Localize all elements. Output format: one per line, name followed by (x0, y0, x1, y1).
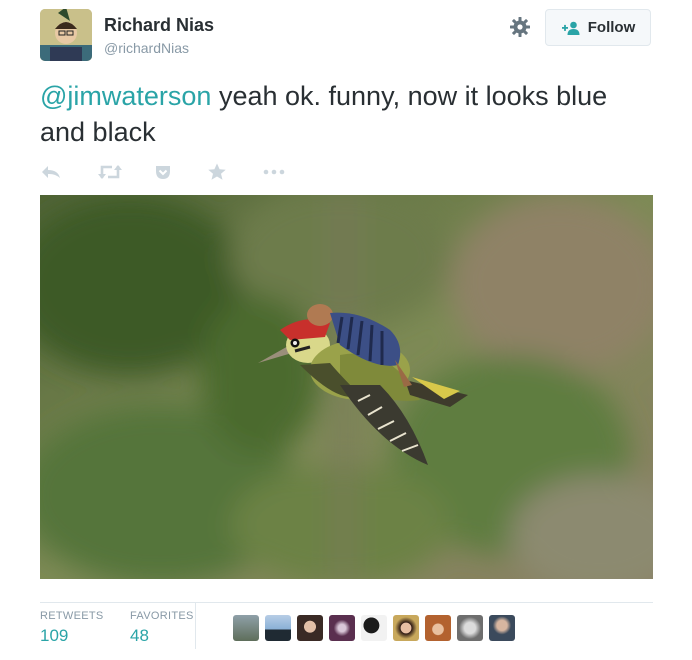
favoriter-avatar[interactable] (233, 615, 259, 641)
user-handle[interactable]: @richardNias (104, 40, 189, 56)
follow-button-label: Follow (587, 19, 636, 36)
more-icon[interactable] (262, 160, 286, 184)
mention-link[interactable]: @jimwaterson (40, 81, 211, 111)
retweets-label: RETWEETS (40, 610, 104, 622)
favoriter-avatars (233, 615, 523, 641)
favorites-label: FAVORITES (130, 610, 194, 622)
favorites-count[interactable]: 48 (130, 626, 149, 646)
tweet-text: @jimwaterson yeah ok. funny, now it look… (40, 78, 655, 150)
user-avatar[interactable] (40, 9, 92, 61)
tweet-header: Richard Nias @richardNias Follow (40, 9, 654, 61)
favoriter-avatar[interactable] (361, 615, 387, 641)
favoriter-avatar[interactable] (489, 615, 515, 641)
retweet-icon[interactable] (97, 160, 123, 184)
user-display-name[interactable]: Richard Nias (104, 15, 214, 36)
favorite-icon[interactable] (207, 160, 227, 184)
tweet-actions (40, 160, 300, 184)
gear-icon[interactable] (508, 15, 532, 39)
favoriter-avatar[interactable] (393, 615, 419, 641)
favoriter-avatar[interactable] (265, 615, 291, 641)
favoriter-avatar[interactable] (297, 615, 323, 641)
pocket-icon[interactable] (154, 160, 172, 184)
add-user-icon (561, 21, 580, 35)
tweet-photo[interactable] (40, 195, 653, 579)
favoriter-avatar[interactable] (457, 615, 483, 641)
stats-top-divider (40, 602, 653, 603)
reply-icon[interactable] (40, 160, 62, 184)
retweets-count[interactable]: 109 (40, 626, 68, 646)
favoriter-avatar[interactable] (329, 615, 355, 641)
follow-button[interactable]: Follow (545, 9, 651, 46)
stats-divider (195, 603, 196, 649)
favoriter-avatar[interactable] (425, 615, 451, 641)
